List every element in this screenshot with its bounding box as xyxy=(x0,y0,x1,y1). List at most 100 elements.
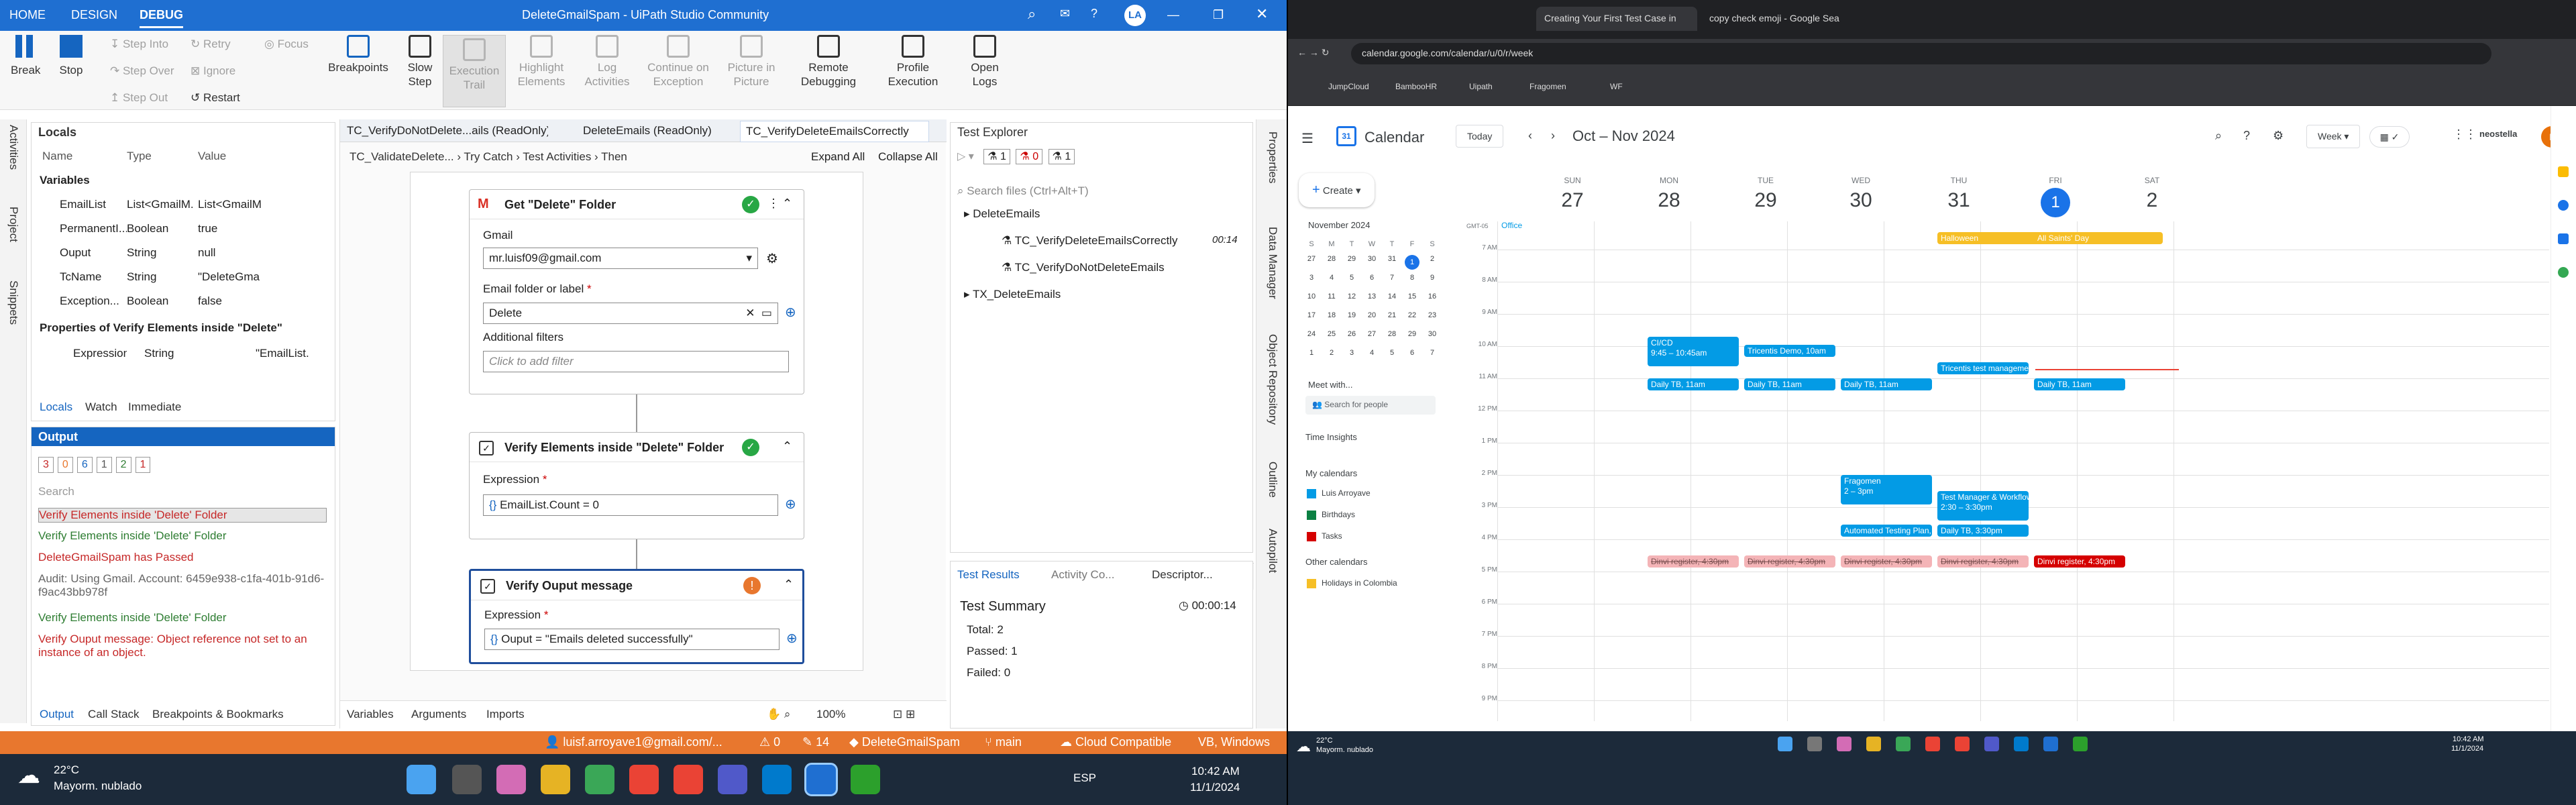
calendar-event[interactable]: Daily TB, 11am xyxy=(2034,378,2125,390)
mini-date[interactable]: 27 xyxy=(1362,330,1382,338)
mini-date[interactable]: 28 xyxy=(1322,255,1342,263)
keep-icon[interactable] xyxy=(2558,166,2569,177)
taskbar-app-icon[interactable] xyxy=(2073,737,2088,751)
create-button[interactable]: + Create ▾ xyxy=(1299,173,1375,207)
help-icon[interactable]: ? xyxy=(2243,129,2250,143)
step-over-button[interactable]: ↷ Step Over xyxy=(110,64,174,78)
output-line[interactable]: Verify Elements inside 'Delete' Folder xyxy=(38,508,327,523)
filters-input[interactable]: Click to add filter xyxy=(483,351,789,372)
browser-tab[interactable]: copy check emoji - Google Sea xyxy=(1701,7,1862,31)
mini-date[interactable]: 6 xyxy=(1362,274,1382,282)
tab-breakpoints[interactable]: Breakpoints & Bookmarks xyxy=(152,708,284,721)
mini-date[interactable]: 7 xyxy=(1382,274,1402,282)
output-filter-badge[interactable]: 1 xyxy=(135,457,151,473)
output-line[interactable]: Verify Elements inside 'Delete' Folder xyxy=(38,611,327,625)
office-chip[interactable]: Office xyxy=(1497,219,1564,233)
expand-all-link[interactable]: Expand All xyxy=(811,150,865,164)
doc-tab-3[interactable]: TC_VerifyDeleteEmailsCorrectly xyxy=(740,121,929,142)
day-number[interactable]: 1 xyxy=(2041,188,2070,217)
bookmark[interactable]: JumpCloud xyxy=(1328,82,1369,91)
taskbar-app-icon[interactable] xyxy=(1778,737,1792,751)
menu-home[interactable]: HOME xyxy=(9,8,46,22)
calendar-item[interactable]: Birthdays xyxy=(1307,510,1355,520)
today-button[interactable]: Today xyxy=(1456,125,1504,148)
expression-input[interactable]: {} EmailList.Count = 0 xyxy=(483,494,778,516)
mini-date[interactable]: 15 xyxy=(1402,292,1422,301)
clock-date[interactable]: 11/1/2024 xyxy=(1190,781,1240,794)
taskbar-app-icon[interactable] xyxy=(1984,737,1999,751)
breakpoints-button[interactable]: Breakpoints xyxy=(325,35,392,74)
mini-date[interactable]: 1 xyxy=(1405,255,1419,270)
side-tab-project[interactable]: Project xyxy=(7,207,20,242)
calendar-event[interactable]: Dinvi register, 4:30pm xyxy=(1648,555,1739,568)
mini-date[interactable]: 30 xyxy=(1422,330,1442,338)
filter-passed[interactable]: ⚗ 1 xyxy=(983,149,1010,164)
settings-icon[interactable]: ⚙ xyxy=(766,250,778,267)
continue-on-exception-button[interactable]: Continue on Exception xyxy=(641,35,715,89)
mini-date[interactable]: 18 xyxy=(1322,311,1342,319)
search-icon[interactable]: ⌕ xyxy=(1028,5,1036,23)
project-status[interactable]: ◆ DeleteGmailSpam xyxy=(849,735,960,749)
tab-activity-coverage[interactable]: Activity Co... xyxy=(1051,568,1114,582)
task-view-icon[interactable] xyxy=(452,765,482,794)
menu-icon[interactable]: ⋮ xyxy=(767,197,780,211)
add-icon[interactable]: ⊕ xyxy=(786,630,798,647)
fit-icon[interactable]: ⊡ ⊞ xyxy=(893,708,915,721)
mini-date[interactable]: 3 xyxy=(1342,349,1362,357)
step-out-button[interactable]: ↥ Step Out xyxy=(110,91,168,105)
log-activities-button[interactable]: Log Activities xyxy=(577,35,637,89)
tab-watch[interactable]: Watch xyxy=(85,400,117,414)
day-number[interactable]: 2 xyxy=(2132,189,2172,212)
add-icon[interactable]: ⊕ xyxy=(785,304,796,321)
taskbar-app-icon[interactable] xyxy=(1955,737,1970,751)
mini-date[interactable]: 25 xyxy=(1322,330,1342,338)
calendar-event[interactable]: All Saints' Day xyxy=(2034,232,2163,244)
mini-date[interactable]: 8 xyxy=(1402,274,1422,282)
test-tree-item[interactable]: ⚗ TC_VerifyDoNotDeleteEmails xyxy=(1002,261,1256,274)
next-icon[interactable]: › xyxy=(1551,129,1555,143)
open-logs-button[interactable]: Open Logs xyxy=(959,35,1010,89)
mini-date[interactable]: 31 xyxy=(1382,255,1402,263)
mini-date[interactable]: 23 xyxy=(1422,311,1442,319)
calendar-event[interactable]: Fragomen 2 – 3pm xyxy=(1841,475,1932,504)
day-number[interactable]: 31 xyxy=(1939,189,1979,212)
account-status[interactable]: 👤 luisf.arroyave1@gmail.com/... xyxy=(545,735,722,749)
mini-date[interactable]: 29 xyxy=(1402,330,1422,338)
avatar[interactable]: LA xyxy=(1124,5,1146,26)
mini-date[interactable]: 5 xyxy=(1382,349,1402,357)
teams-icon[interactable] xyxy=(718,765,747,794)
calendar-event[interactable]: Dinvi register, 4:30pm xyxy=(1744,555,1835,568)
chrome-icon[interactable] xyxy=(674,765,703,794)
search-icon[interactable]: ⌕ xyxy=(2215,129,2222,143)
clock-time[interactable]: 10:42 AM xyxy=(1191,765,1240,778)
mini-date[interactable]: 21 xyxy=(1382,311,1402,319)
zoom-select[interactable]: 100% xyxy=(816,708,845,721)
mini-date[interactable]: 7 xyxy=(1422,349,1442,357)
taskbar-app-icon[interactable] xyxy=(1807,737,1822,751)
focus-button[interactable]: ◎ Focus xyxy=(264,38,309,51)
feedback-icon[interactable]: ✉ xyxy=(1060,7,1070,21)
output-filter-badge[interactable]: 6 xyxy=(76,457,93,473)
breadcrumb-item[interactable]: Then xyxy=(601,150,627,163)
collapse-icon[interactable]: ⌃ xyxy=(782,197,792,211)
mini-date[interactable]: 19 xyxy=(1342,311,1362,319)
output-line[interactable]: Audit: Using Gmail. Account: 6459e938-c1… xyxy=(38,572,327,599)
mini-date[interactable]: 3 xyxy=(1301,274,1322,282)
side-tab-properties[interactable]: Properties xyxy=(1266,131,1279,183)
output-filter-badge[interactable]: 2 xyxy=(115,457,131,473)
activity-get-folder[interactable]: M Get "Delete" Folder ✓ ⋮ ⌃ Gmail mr.lui… xyxy=(469,189,804,394)
time-insights[interactable]: Time Insights xyxy=(1305,432,1357,442)
bookmark[interactable]: Uipath xyxy=(1469,82,1493,91)
remote-debugging-button[interactable]: Remote Debugging xyxy=(789,35,868,89)
mini-date[interactable]: 2 xyxy=(1322,349,1342,357)
day-number[interactable]: 28 xyxy=(1649,189,1689,212)
profile-execution-button[interactable]: Profile Execution xyxy=(876,35,950,89)
close-button[interactable]: ✕ xyxy=(1256,5,1268,23)
copilot-icon[interactable] xyxy=(496,765,526,794)
other-calendars-title[interactable]: Other calendars xyxy=(1305,557,1368,567)
menu-debug[interactable]: DEBUG xyxy=(140,8,184,28)
filter-failed[interactable]: ⚗ 0 xyxy=(1016,149,1043,164)
breadcrumb-item[interactable]: TC_ValidateDelete... xyxy=(350,150,454,163)
taskbar-app-icon[interactable] xyxy=(1866,737,1881,751)
properties-group[interactable]: Properties of Verify Elements inside "De… xyxy=(40,321,328,335)
